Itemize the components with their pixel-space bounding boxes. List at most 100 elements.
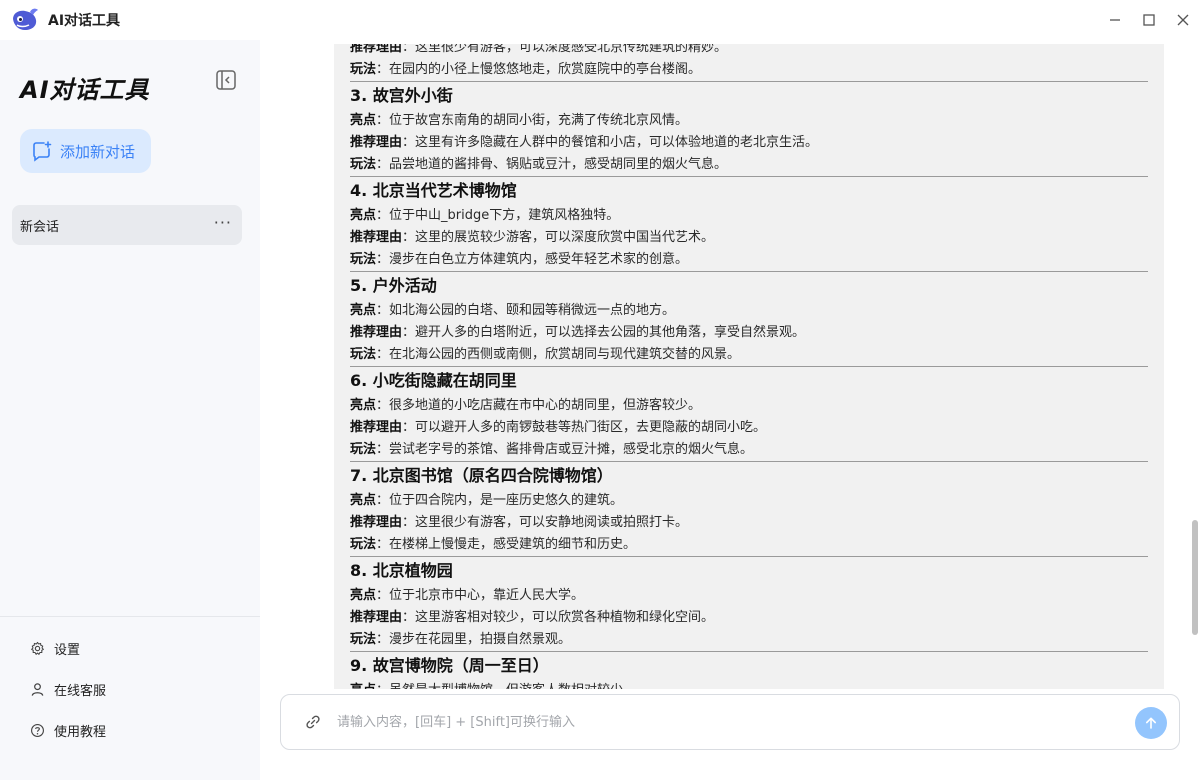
sidebar-collapse-icon[interactable] (214, 68, 238, 92)
add-new-chat-label: 添加新对话 (60, 142, 136, 161)
online-support-link[interactable]: 在线客服 (30, 677, 106, 701)
window-controls (1098, 0, 1200, 40)
chat-scrollbar[interactable] (1192, 520, 1198, 635)
close-button[interactable] (1166, 0, 1200, 40)
chat-input-box (280, 694, 1180, 750)
section-title: 8. 北京植物园 (350, 561, 453, 580)
line-text: ：位于故宫东南角的胡同小街，充满了传统北京风情。 (376, 113, 689, 128)
send-button[interactable] (1135, 707, 1167, 739)
user-icon (31, 682, 44, 696)
line-text: ：漫步在花园里，拍摄自然景观。 (376, 632, 572, 647)
recommendation-section: 5. 户外活动 亮点：如北海公园的白塔、颐和园等稍微远一点的地方。 推荐理由：避开人… (350, 271, 1148, 366)
minimize-button[interactable] (1098, 0, 1132, 40)
message-line: 玩法：漫步在白色立方体建筑内，感受年轻艺术家的创意。 (350, 249, 1148, 271)
line-text: ：这里游客相对较少，可以欣赏各种植物和绿化空间。 (402, 610, 715, 625)
line-text: ：避开人多的白塔附近，可以选择去公园的其他角落，享受自然景观。 (402, 325, 806, 340)
line-key: 玩法 (350, 347, 377, 362)
recommendation-section: 9. 故宫博物院（周一至日） 亮点：虽然是大型博物馆，但游客人数相对较少。 (350, 651, 1148, 689)
line-key: 玩法 (350, 62, 377, 77)
chat-input[interactable] (337, 707, 1107, 737)
line-text: ：很多地道的小吃店藏在市中心的胡同里，但游客较少。 (376, 398, 702, 413)
message-line: 推荐理由：这里很少有游客，可以深度感受北京传统建筑的精妙。 (350, 44, 1148, 59)
recommendation-section: 3. 故宫外小街 亮点：位于故宫东南角的胡同小街，充满了传统北京风情。 推荐理由：这… (350, 81, 1148, 176)
line-key: 推荐理由 (350, 515, 403, 530)
line-text: ：在北海公园的西侧或南侧，欣赏胡同与现代建筑交替的风景。 (376, 347, 741, 362)
line-text: ：如北海公园的白塔、颐和园等稍微远一点的地方。 (376, 303, 676, 318)
minimize-icon (1110, 19, 1120, 21)
message-line: 玩法：在楼梯上慢慢走，感受建筑的细节和历史。 (350, 534, 1148, 556)
line-text: ：位于中山_bridge下方，建筑风格独特。 (376, 208, 620, 223)
line-text: ：在园内的小径上慢悠悠地走，欣赏庭院中的亭台楼阁。 (376, 62, 702, 77)
message-line: 推荐理由：可以避开人多的南锣鼓巷等热门街区，去更隐蔽的胡同小吃。 (350, 417, 1148, 439)
section-title: 4. 北京当代艺术博物馆 (350, 181, 517, 200)
message-line: 推荐理由：这里很少有游客，可以安静地阅读或拍照打卡。 (350, 512, 1148, 534)
conversation-item[interactable]: 新会话 ··· (12, 205, 242, 245)
close-icon (1177, 14, 1189, 26)
message-line: 玩法：在北海公园的西侧或南侧，欣赏胡同与现代建筑交替的风景。 (350, 344, 1148, 366)
line-key: 玩法 (350, 442, 377, 457)
gear-icon (31, 641, 44, 655)
tutorial-label: 使用教程 (54, 724, 107, 740)
line-text: ：位于北京市中心，靠近人民大学。 (376, 588, 585, 603)
title-bar: AI对话工具 (0, 0, 1200, 40)
line-key: 推荐理由 (350, 325, 403, 340)
message-line: 推荐理由：这里游客相对较少，可以欣赏各种植物和绿化空间。 (350, 607, 1148, 629)
recommendation-section: 7. 北京图书馆（原名四合院博物馆） 亮点：位于四合院内，是一座历史悠久的建筑。推… (350, 461, 1148, 556)
tutorial-link[interactable]: 使用教程 (30, 718, 106, 742)
line-text: ：这里很少有游客，可以安静地阅读或拍照打卡。 (402, 515, 689, 530)
line-key: 推荐理由 (350, 420, 403, 435)
message-line: 推荐理由：这里的展览较少游客，可以深度欣赏中国当代艺术。 (350, 227, 1148, 249)
line-key: 亮点 (350, 493, 377, 508)
add-new-chat-button[interactable]: 添加新对话 (20, 129, 151, 173)
message-line: 亮点：如北海公园的白塔、颐和园等稍微远一点的地方。 (350, 300, 1148, 322)
line-key: 亮点 (350, 113, 377, 128)
message-line: 推荐理由：这里有许多隐藏在人群中的餐馆和小店，可以体验地道的老北京生活。 (350, 132, 1148, 154)
sidebar-brand: AI对话工具 (20, 76, 150, 104)
recommendation-section: 6. 小吃街隐藏在胡同里 亮点：很多地道的小吃店藏在市中心的胡同里，但游客较少。推… (350, 366, 1148, 461)
conversation-more-button[interactable]: ··· (214, 213, 232, 232)
conversation-title: 新会话 (20, 219, 60, 235)
line-key: 玩法 (350, 252, 377, 267)
line-key: 推荐理由 (350, 135, 403, 150)
settings-label: 设置 (54, 642, 81, 658)
line-key: 亮点 (350, 683, 376, 689)
recommendation-section: 8. 北京植物园亮点：位于北京市中心，靠近人民大学。 推荐理由：这里游客相对较少，… (350, 556, 1148, 651)
link-icon[interactable] (305, 714, 321, 730)
message-line: 玩法：尝试老字号的茶馆、酱排骨店或豆汁摊，感受北京的烟火气息。 (350, 439, 1148, 461)
line-key: 推荐理由 (350, 230, 403, 245)
section-title: 6. 小吃街隐藏在胡同里 (350, 371, 517, 390)
message-line: 推荐理由：避开人多的白塔附近，可以选择去公园的其他角落，享受自然景观。 (350, 322, 1148, 344)
chat-main: 推荐理由：这里很少有游客，可以深度感受北京传统建筑的精妙。 玩法：在园内的小径上慢… (260, 40, 1200, 780)
message-line: 亮点：虽然是大型博物馆，但游客人数相对较少。 (350, 680, 1148, 689)
message-line: 亮点：很多地道的小吃店藏在市中心的胡同里，但游客较少。 (350, 395, 1148, 417)
line-text: ：位于四合院内，是一座历史悠久的建筑。 (376, 493, 624, 508)
line-key: 玩法 (350, 632, 377, 647)
message-line: 亮点：位于中山_bridge下方，建筑风格独特。 (350, 205, 1148, 227)
line-text: ：这里很少有游客，可以深度感受北京传统建筑的精妙。 (402, 44, 728, 55)
arrow-up-icon (1145, 717, 1156, 729)
sidebar-divider (0, 616, 260, 617)
recommendation-section: 4. 北京当代艺术博物馆 亮点：位于中山_bridge下方，建筑风格独特。 推荐理由… (350, 176, 1148, 271)
line-text: ：尝试老字号的茶馆、酱排骨店或豆汁摊，感受北京的烟火气息。 (376, 442, 754, 457)
line-text: ：品尝地道的酱排骨、锅贴或豆汁，感受胡同里的烟火气息。 (376, 157, 728, 172)
message-line: 亮点：位于故宫东南角的胡同小街，充满了传统北京风情。 (350, 110, 1148, 132)
settings-link[interactable]: 设置 (30, 636, 80, 660)
line-key: 亮点 (350, 208, 377, 223)
line-text: ：漫步在白色立方体建筑内，感受年轻艺术家的创意。 (376, 252, 689, 267)
message-line: 玩法：漫步在花园里，拍摄自然景观。 (350, 629, 1148, 651)
maximize-icon (1143, 14, 1155, 26)
line-key: 推荐理由 (350, 44, 403, 55)
whale-logo-icon (13, 8, 38, 30)
section-title: 3. 故宫外小街 (350, 86, 453, 105)
chat-plus-icon (33, 141, 52, 162)
line-key: 亮点 (350, 398, 377, 413)
line-key: 亮点 (350, 303, 377, 318)
section-title: 9. 故宫博物院（周一至日） (350, 656, 549, 675)
maximize-button[interactable] (1132, 0, 1166, 40)
window-title: AI对话工具 (48, 13, 121, 29)
message-line: 亮点：位于北京市中心，靠近人民大学。 (350, 585, 1148, 607)
message-line: 玩法：品尝地道的酱排骨、锅贴或豆汁，感受胡同里的烟火气息。 (350, 154, 1148, 176)
online-support-label: 在线客服 (54, 683, 107, 699)
help-icon (31, 723, 44, 737)
message-line: 亮点：位于四合院内，是一座历史悠久的建筑。 (350, 490, 1148, 512)
